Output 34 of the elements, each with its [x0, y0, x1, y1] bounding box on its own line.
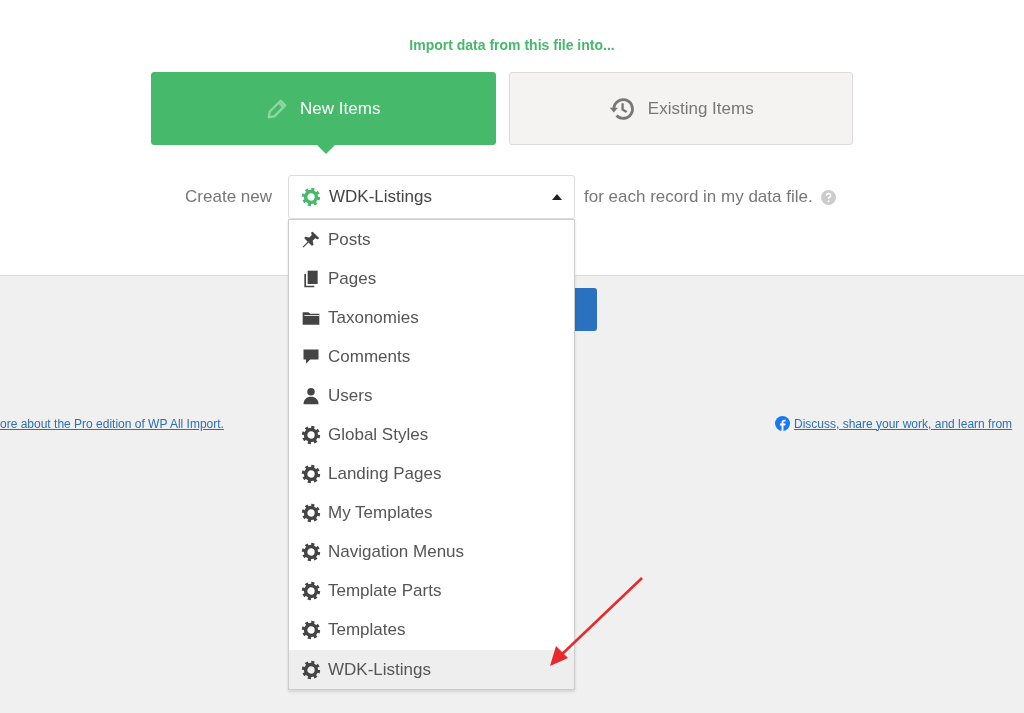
facebook-icon [775, 416, 790, 431]
dropdown-option[interactable]: My Templates [289, 493, 574, 533]
community-link[interactable]: Discuss, share your work, and learn from [794, 416, 1013, 431]
pencil-icon [266, 97, 289, 120]
dropdown-option[interactable]: Navigation Menus [289, 532, 574, 572]
gear-icon [301, 503, 321, 524]
gear-icon [301, 425, 321, 445]
tab[interactable]: Existing Items [508, 72, 853, 145]
dropdown-option[interactable]: Taxonomies [289, 298, 574, 338]
suffix-text: for each record in my data file. [584, 187, 813, 207]
gear-icon [301, 542, 321, 563]
gear-icon [301, 659, 321, 680]
dropdown-option[interactable]: Templates [289, 610, 574, 651]
gear-icon [301, 620, 321, 641]
dropdown-option[interactable]: Landing Pages [289, 454, 574, 494]
dropdown-option[interactable]: Comments [289, 337, 574, 377]
caret-icon [552, 194, 562, 200]
gear-icon [301, 581, 321, 602]
post-type-select[interactable]: WDK-Listings [288, 175, 575, 219]
dropdown-option[interactable]: Global Styles [289, 415, 574, 455]
gear-icon [301, 187, 321, 207]
pro-edition-link[interactable]: ore about the Pro edition of WP All Import. [0, 416, 224, 431]
help-icon [820, 189, 836, 205]
gear-icon [301, 464, 321, 485]
dropdown-option[interactable]: Posts [289, 220, 574, 260]
dropdown-option[interactable]: WDK-Listings [289, 650, 574, 690]
pages-icon [301, 268, 321, 289]
create-label: Create new [184, 187, 272, 207]
dropdown-option[interactable]: Users [289, 376, 574, 416]
dropdown-option[interactable]: Pages [289, 259, 574, 299]
section-heading: Import data from this file into... [408, 36, 616, 54]
dropdown-option[interactable]: Template Parts [289, 571, 574, 611]
user-icon [301, 385, 321, 406]
pushpin-icon [301, 229, 321, 250]
